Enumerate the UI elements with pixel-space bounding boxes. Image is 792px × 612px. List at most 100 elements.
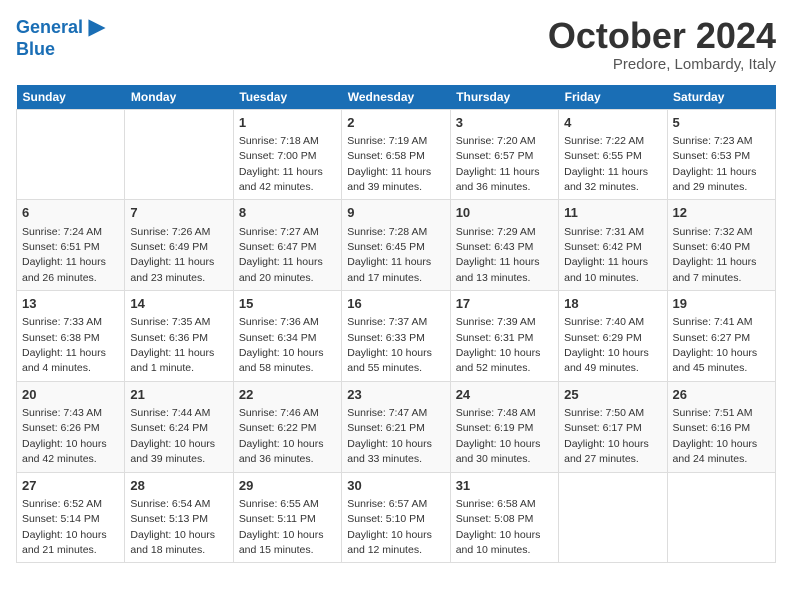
day-number: 29 [239,477,336,495]
calendar-cell: 17Sunrise: 7:39 AMSunset: 6:31 PMDayligh… [450,291,558,382]
day-number: 16 [347,295,444,313]
day-number: 8 [239,204,336,222]
page-header: General Blue October 2024 Predore, Lomba… [16,16,776,73]
calendar-cell: 18 Sunrise: 7:40 AMSunset: 6:29 PMDayligh… [559,291,667,382]
cell-text: Sunrise: 7:35 AMSunset: 6:36 PMDaylight:… [130,316,214,374]
day-number: 13 [22,295,119,313]
calendar-cell: 3Sunrise: 7:20 AMSunset: 6:57 PMDaylight… [450,109,558,200]
day-number: 12 [673,204,770,222]
weekday-header-tuesday: Tuesday [233,85,341,110]
cell-text: Sunrise: 7:40 AMSunset: 6:29 PMDaylight:… [564,316,649,374]
day-number: 27 [22,477,119,495]
day-number: 7 [130,204,227,222]
day-number: 19 [673,295,770,313]
day-number: 24 [456,386,553,404]
day-number: 21 [130,386,227,404]
calendar-cell: 19 Sunrise: 7:41 AMSunset: 6:27 PMDayligh… [667,291,775,382]
day-number: 11 [564,204,661,222]
cell-text: Sunrise: 7:19 AMSunset: 6:58 PMDaylight:… [347,135,431,193]
cell-text: Sunrise: 6:55 AMSunset: 5:11 PMDaylight:… [239,498,324,556]
calendar-cell: 5Sunrise: 7:23 AMSunset: 6:53 PMDaylight… [667,109,775,200]
calendar-cell [125,109,233,200]
day-number: 17 [456,295,553,313]
day-number: 22 [239,386,336,404]
calendar-cell: 10Sunrise: 7:29 AMSunset: 6:43 PMDayligh… [450,200,558,291]
logo-icon [85,16,109,40]
cell-text: Sunrise: 6:57 AMSunset: 5:10 PMDaylight:… [347,498,432,556]
day-number: 6 [22,204,119,222]
cell-text: Sunrise: 7:36 AMSunset: 6:34 PMDaylight:… [239,316,324,374]
cell-text: Sunrise: 7:32 AMSunset: 6:40 PMDaylight:… [673,226,757,284]
calendar-cell: 16Sunrise: 7:37 AMSunset: 6:33 PMDayligh… [342,291,450,382]
cell-text: Sunrise: 7:26 AMSunset: 6:49 PMDaylight:… [130,226,214,284]
logo-text-blue: Blue [16,39,55,59]
cell-text: Sunrise: 7:46 AMSunset: 6:22 PMDaylight:… [239,407,324,465]
day-number: 23 [347,386,444,404]
day-number: 31 [456,477,553,495]
cell-text: Sunrise: 7:50 AMSunset: 6:17 PMDaylight:… [564,407,649,465]
calendar-cell: 15Sunrise: 7:36 AMSunset: 6:34 PMDayligh… [233,291,341,382]
cell-text: Sunrise: 7:48 AMSunset: 6:19 PMDaylight:… [456,407,541,465]
logo: General Blue [16,16,109,60]
calendar-cell: 24 Sunrise: 7:48 AMSunset: 6:19 PMDayligh… [450,381,558,472]
calendar-cell: 29 Sunrise: 6:55 AMSunset: 5:11 PMDayligh… [233,472,341,563]
calendar-table: SundayMondayTuesdayWednesdayThursdayFrid… [16,85,776,564]
day-number: 14 [130,295,227,313]
calendar-cell [17,109,125,200]
weekday-header-row: SundayMondayTuesdayWednesdayThursdayFrid… [17,85,776,110]
weekday-header-saturday: Saturday [667,85,775,110]
cell-text: Sunrise: 7:22 AMSunset: 6:55 PMDaylight:… [564,135,648,193]
calendar-cell: 14 Sunrise: 7:35 AMSunset: 6:36 PMDayligh… [125,291,233,382]
week-row-2: 6 Sunrise: 7:24 AMSunset: 6:51 PMDaylight… [17,200,776,291]
cell-text: Sunrise: 7:28 AMSunset: 6:45 PMDaylight:… [347,226,431,284]
week-row-1: 1 Sunrise: 7:18 AMSunset: 7:00 PMDaylight… [17,109,776,200]
day-number: 5 [673,114,770,132]
day-number: 4 [564,114,661,132]
calendar-cell: 13 Sunrise: 7:33 AMSunset: 6:38 PMDayligh… [17,291,125,382]
weekday-header-sunday: Sunday [17,85,125,110]
month-title: October 2024 [548,16,776,56]
weekday-header-wednesday: Wednesday [342,85,450,110]
cell-text: Sunrise: 7:31 AMSunset: 6:42 PMDaylight:… [564,226,648,284]
calendar-cell: 25 Sunrise: 7:50 AMSunset: 6:17 PMDayligh… [559,381,667,472]
cell-text: Sunrise: 7:43 AMSunset: 6:26 PMDaylight:… [22,407,107,465]
cell-text: Sunrise: 7:24 AMSunset: 6:51 PMDaylight:… [22,226,106,284]
day-number: 25 [564,386,661,404]
day-number: 20 [22,386,119,404]
calendar-cell: 28Sunrise: 6:54 AMSunset: 5:13 PMDayligh… [125,472,233,563]
calendar-cell: 6 Sunrise: 7:24 AMSunset: 6:51 PMDaylight… [17,200,125,291]
day-number: 1 [239,114,336,132]
week-row-3: 13 Sunrise: 7:33 AMSunset: 6:38 PMDayligh… [17,291,776,382]
day-number: 9 [347,204,444,222]
day-number: 2 [347,114,444,132]
calendar-cell: 4 Sunrise: 7:22 AMSunset: 6:55 PMDaylight… [559,109,667,200]
calendar-cell [667,472,775,563]
title-area: October 2024 Predore, Lombardy, Italy [548,16,776,73]
cell-text: Sunrise: 7:27 AMSunset: 6:47 PMDaylight:… [239,226,323,284]
weekday-header-thursday: Thursday [450,85,558,110]
day-number: 10 [456,204,553,222]
calendar-cell: 11 Sunrise: 7:31 AMSunset: 6:42 PMDayligh… [559,200,667,291]
logo-text: General [16,18,83,38]
cell-text: Sunrise: 6:58 AMSunset: 5:08 PMDaylight:… [456,498,541,556]
cell-text: Sunrise: 6:52 AMSunset: 5:14 PMDaylight:… [22,498,107,556]
calendar-cell: 2 Sunrise: 7:19 AMSunset: 6:58 PMDaylight… [342,109,450,200]
cell-text: Sunrise: 7:41 AMSunset: 6:27 PMDaylight:… [673,316,758,374]
cell-text: Sunrise: 6:54 AMSunset: 5:13 PMDaylight:… [130,498,215,556]
day-number: 30 [347,477,444,495]
calendar-cell: 23 Sunrise: 7:47 AMSunset: 6:21 PMDayligh… [342,381,450,472]
cell-text: Sunrise: 7:20 AMSunset: 6:57 PMDaylight:… [456,135,540,193]
cell-text: Sunrise: 7:51 AMSunset: 6:16 PMDaylight:… [673,407,758,465]
calendar-cell: 21 Sunrise: 7:44 AMSunset: 6:24 PMDayligh… [125,381,233,472]
location: Predore, Lombardy, Italy [548,56,776,73]
week-row-5: 27 Sunrise: 6:52 AMSunset: 5:14 PMDayligh… [17,472,776,563]
cell-text: Sunrise: 7:18 AMSunset: 7:00 PMDaylight:… [239,135,323,193]
cell-text: Sunrise: 7:47 AMSunset: 6:21 PMDaylight:… [347,407,432,465]
weekday-header-friday: Friday [559,85,667,110]
calendar-cell: 22 Sunrise: 7:46 AMSunset: 6:22 PMDayligh… [233,381,341,472]
cell-text: Sunrise: 7:44 AMSunset: 6:24 PMDaylight:… [130,407,215,465]
cell-text: Sunrise: 7:33 AMSunset: 6:38 PMDaylight:… [22,316,106,374]
day-number: 18 [564,295,661,313]
calendar-cell: 9 Sunrise: 7:28 AMSunset: 6:45 PMDaylight… [342,200,450,291]
calendar-cell [559,472,667,563]
